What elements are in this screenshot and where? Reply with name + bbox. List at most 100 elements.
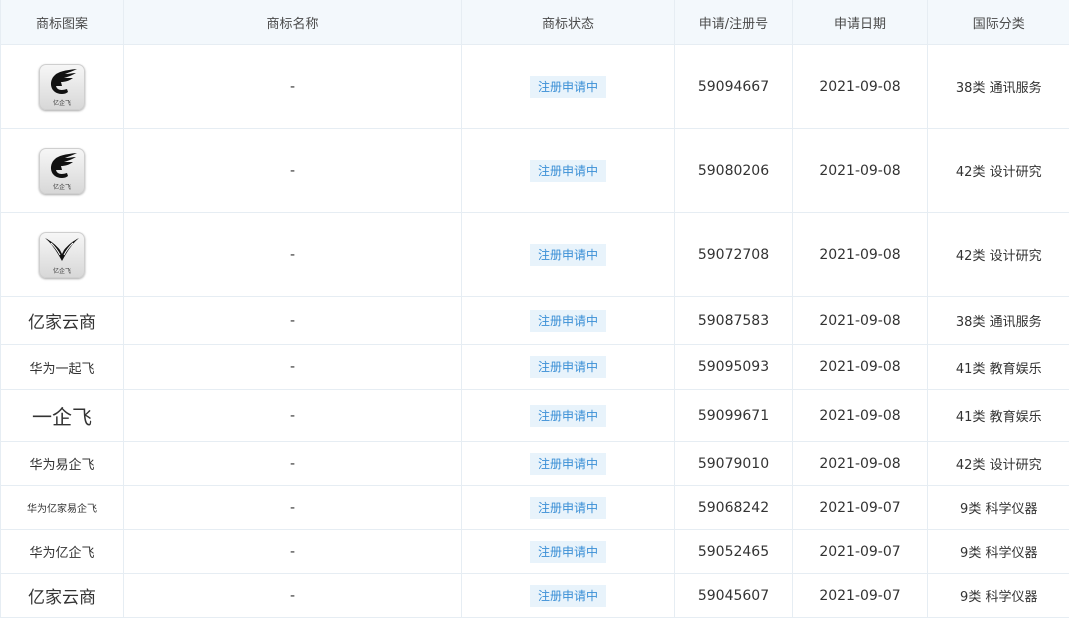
wing-g-logo-icon: 亿企飞 [39,63,85,110]
international-class-cell: 41类 教育娱乐 [927,344,1069,390]
table-row[interactable]: 亿企飞 - 注册申请中 59094667 2021-09-08 38类 通讯服务 [0,44,1069,129]
table-row[interactable]: 亿家云商 - 注册申请中 59045607 2021-09-07 9类 科学仪器 [0,573,1069,618]
col-header-name: 商标名称 [123,0,462,45]
registration-number-cell: 59045607 [674,573,793,618]
logo-caption: 亿企飞 [52,267,71,275]
trademark-status-cell: 注册申请中 [461,389,675,442]
trademark-name-cell: - [123,529,462,574]
trademark-status-cell: 注册申请中 [461,441,675,486]
registration-number-cell: 59087583 [674,296,793,345]
trademark-name-cell: - [123,441,462,486]
registration-number-cell: 59079010 [674,441,793,486]
trademark-status-cell: 注册申请中 [461,128,675,213]
trademark-name-cell: - [123,212,462,297]
trademark-status-cell: 注册申请中 [461,344,675,390]
international-class-cell: 42类 设计研究 [927,128,1069,213]
table-row[interactable]: 亿家云商 - 注册申请中 59087583 2021-09-08 38类 通讯服务 [0,296,1069,345]
trademark-wordmark: 华为亿家易企飞 [27,503,97,515]
registration-number-cell: 59094667 [674,44,793,129]
table-row[interactable]: 华为易企飞 - 注册申请中 59079010 2021-09-08 42类 设计研究 [0,441,1069,486]
table-row[interactable]: 一企飞 - 注册申请中 59099671 2021-09-08 41类 教育娱乐 [0,389,1069,442]
table-row[interactable]: 亿企飞 - 注册申请中 59072708 2021-09-08 42类 设计研究 [0,212,1069,297]
application-date-cell: 2021-09-08 [792,389,928,442]
application-date-cell: 2021-09-08 [792,441,928,486]
trademark-status-cell: 注册申请中 [461,212,675,297]
application-date-cell: 2021-09-08 [792,128,928,213]
wings-logo-icon: 亿企飞 [39,231,85,278]
trademark-status-cell: 注册申请中 [461,573,675,618]
trademark-name-cell: - [123,573,462,618]
trademark-wordmark: 一企飞 [32,405,92,429]
international-class-cell: 9类 科学仪器 [927,485,1069,530]
trademark-wordmark: 亿家云商 [28,588,96,608]
status-badge: 注册申请中 [529,496,606,519]
trademark-image-cell: 亿企飞 [0,44,124,129]
status-badge: 注册申请中 [529,356,606,378]
trademark-wordmark: 亿家云商 [28,313,96,333]
logo-caption: 亿企飞 [52,183,71,191]
col-header-image: 商标图案 [0,0,124,45]
table-header-row: 商标图案 商标名称 商标状态 申请/注册号 申请日期 国际分类 [0,0,1069,45]
trademark-image-cell: 华为易企飞 [0,441,124,486]
status-badge: 注册申请中 [529,159,606,182]
trademark-name-cell: - [123,44,462,129]
trademark-image-cell: 华为亿家易企飞 [0,485,124,530]
registration-number-cell: 59052465 [674,529,793,574]
trademark-wordmark: 华为亿企飞 [29,546,95,561]
trademark-image-cell: 华为亿企飞 [0,529,124,574]
international-class-cell: 42类 设计研究 [927,212,1069,297]
registration-number-cell: 59095093 [674,344,793,390]
registration-number-cell: 59072708 [674,212,793,297]
application-date-cell: 2021-09-07 [792,529,928,574]
trademark-wordmark: 华为一起飞 [29,361,95,377]
table-row[interactable]: 华为亿家易企飞 - 注册申请中 59068242 2021-09-07 9类 科学仪器 [0,485,1069,530]
col-header-class: 国际分类 [927,0,1069,45]
trademark-image-cell: 亿家云商 [0,296,124,345]
application-date-cell: 2021-09-07 [792,573,928,618]
trademark-status-cell: 注册申请中 [461,296,675,345]
trademark-name-cell: - [123,485,462,530]
international-class-cell: 38类 通讯服务 [927,44,1069,129]
registration-number-cell: 59068242 [674,485,793,530]
col-header-reg-no: 申请/注册号 [674,0,793,45]
international-class-cell: 9类 科学仪器 [927,529,1069,574]
registration-number-cell: 59099671 [674,389,793,442]
status-badge: 注册申请中 [529,309,606,332]
trademark-image-cell: 华为一起飞 [0,344,124,390]
trademark-image-cell: 一企飞 [0,389,124,442]
international-class-cell: 9类 科学仪器 [927,573,1069,618]
table-row[interactable]: 华为一起飞 - 注册申请中 59095093 2021-09-08 41类 教育娱乐 [0,344,1069,390]
trademark-name-cell: - [123,389,462,442]
status-badge: 注册申请中 [529,452,606,475]
col-header-status: 商标状态 [461,0,675,45]
status-badge: 注册申请中 [529,540,606,563]
status-badge: 注册申请中 [529,404,606,427]
status-badge: 注册申请中 [529,243,606,266]
trademark-image-cell: 亿企飞 [0,128,124,213]
table-row[interactable]: 亿企飞 - 注册申请中 59080206 2021-09-08 42类 设计研究 [0,128,1069,213]
trademark-name-cell: - [123,344,462,390]
trademark-image-cell: 亿家云商 [0,573,124,618]
trademark-wordmark: 华为易企飞 [29,458,95,473]
status-badge: 注册申请中 [529,584,606,607]
international-class-cell: 41类 教育娱乐 [927,389,1069,442]
trademark-status-cell: 注册申请中 [461,529,675,574]
logo-caption: 亿企飞 [52,99,71,107]
international-class-cell: 42类 设计研究 [927,441,1069,486]
application-date-cell: 2021-09-08 [792,344,928,390]
trademark-name-cell: - [123,296,462,345]
application-date-cell: 2021-09-08 [792,44,928,129]
application-date-cell: 2021-09-08 [792,212,928,297]
col-header-date: 申请日期 [792,0,928,45]
trademark-name-cell: - [123,128,462,213]
application-date-cell: 2021-09-07 [792,485,928,530]
table-row[interactable]: 华为亿企飞 - 注册申请中 59052465 2021-09-07 9类 科学仪器 [0,529,1069,574]
trademark-table: 商标图案 商标名称 商标状态 申请/注册号 申请日期 国际分类 亿企飞 - 注册申请… [0,0,1069,618]
application-date-cell: 2021-09-08 [792,296,928,345]
trademark-image-cell: 亿企飞 [0,212,124,297]
trademark-status-cell: 注册申请中 [461,44,675,129]
wing-g-logo-icon: 亿企飞 [39,147,85,194]
international-class-cell: 38类 通讯服务 [927,296,1069,345]
status-badge: 注册申请中 [529,75,606,98]
registration-number-cell: 59080206 [674,128,793,213]
